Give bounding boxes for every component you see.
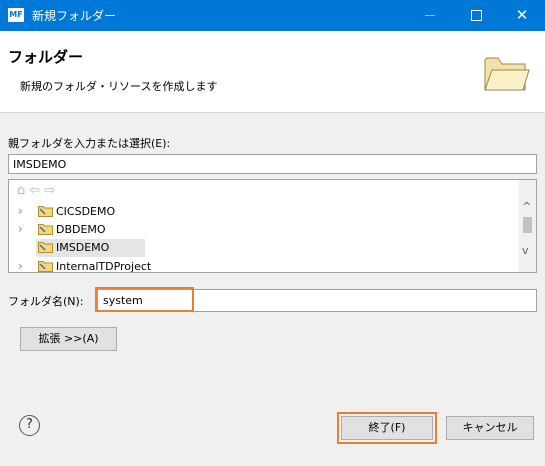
project-folder-icon (38, 206, 53, 217)
dialog-body: 親フォルダを入力または選択(E): IMSDEMO ⌂ ⇦ ⇨ › CICSDE… (0, 113, 545, 415)
scroll-down-icon[interactable]: v (522, 244, 529, 257)
advanced-button[interactable]: 拡張 >>(A) (20, 327, 117, 351)
scroll-up-icon[interactable]: ^ (522, 200, 531, 213)
tree-scrollbar[interactable]: ^ v (519, 180, 536, 272)
tree-item-label: DBDEMO (56, 223, 106, 236)
app-icon: MF (8, 8, 24, 22)
project-folder-icon (38, 261, 53, 272)
chevron-right-icon[interactable]: › (18, 259, 23, 272)
close-button[interactable]: ✕ (499, 0, 545, 31)
maximize-button[interactable] (453, 0, 499, 31)
dialog-footer: ? 終了(F) キャンセル (0, 412, 545, 466)
scroll-thumb[interactable] (523, 217, 532, 233)
chevron-right-icon[interactable]: › (18, 222, 23, 236)
folder-open-icon (484, 57, 530, 91)
finish-button[interactable]: 終了(F) (341, 416, 433, 440)
cancel-button[interactable]: キャンセル (446, 416, 534, 440)
tree-item-label: CICSDEMO (56, 205, 116, 218)
tree-item-label: InternalTDProject (56, 260, 152, 273)
parent-folder-label: 親フォルダを入力または選択(E): (8, 137, 171, 150)
window-title: 新規フォルダー (32, 9, 117, 23)
tree-item-label: IMSDEMO (56, 241, 110, 254)
page-title: フォルダー (8, 48, 84, 66)
tree-item-cicsdemo[interactable]: › CICSDEMO (9, 203, 519, 221)
tree-item-imsdemo[interactable]: IMSDEMO (9, 239, 519, 257)
help-icon[interactable]: ? (19, 415, 40, 436)
folder-name-label: フォルダ名(N): (8, 295, 84, 308)
tree-nav-toolbar[interactable]: ⌂ ⇦ ⇨ (17, 183, 55, 198)
tree-item-dbdemo[interactable]: › DBDEMO (9, 221, 519, 239)
page-description: 新規のフォルダ・リソースを作成します (20, 80, 218, 93)
title-bar: MF 新規フォルダー ✕ (0, 0, 545, 31)
parent-folder-input[interactable]: IMSDEMO (8, 154, 537, 174)
minimize-button[interactable] (407, 0, 453, 31)
dialog-header: フォルダー 新規のフォルダ・リソースを作成します (0, 31, 545, 113)
project-folder-icon (38, 242, 53, 253)
folder-tree[interactable]: ⌂ ⇦ ⇨ › CICSDEMO › DBDEMO IMSDEMO › Inte… (8, 179, 537, 273)
project-folder-icon (38, 224, 53, 235)
folder-name-highlight (95, 287, 194, 312)
tree-item-internaltdproject[interactable]: › InternalTDProject (9, 258, 519, 273)
chevron-right-icon[interactable]: › (18, 204, 23, 218)
